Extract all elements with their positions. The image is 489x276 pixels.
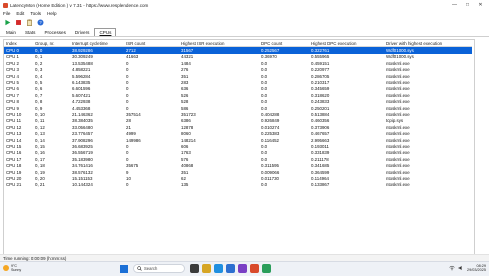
windows-logo-icon bbox=[120, 265, 124, 269]
close-button[interactable]: ✕ bbox=[474, 1, 487, 9]
maximize-button[interactable]: □ bbox=[461, 1, 474, 9]
help-button[interactable]: ? bbox=[36, 19, 44, 27]
table-cell: Wdf01000.sys bbox=[384, 46, 472, 54]
tab-drivers[interactable]: Drivers bbox=[71, 29, 94, 36]
tab-main[interactable]: Main bbox=[2, 29, 20, 36]
table-cell: 0.322761 bbox=[309, 46, 384, 54]
column-header[interactable]: Driver with highest execution bbox=[384, 40, 472, 48]
column-header[interactable]: Highest DPC execution bbox=[309, 40, 384, 48]
clock[interactable]: 08:29 29/03/2025 bbox=[467, 264, 486, 272]
clipboard-icon bbox=[26, 19, 32, 26]
column-header[interactable]: DPC count bbox=[259, 40, 309, 48]
table-header-row: Index Group, nr. Interrupt cycletime ISR… bbox=[4, 40, 472, 48]
table-cell: 2712 bbox=[124, 46, 179, 54]
copy-report-button[interactable] bbox=[25, 19, 33, 27]
tab-strip: Main Stats Processes Drivers CPUs bbox=[0, 28, 489, 37]
stop-button[interactable] bbox=[14, 19, 22, 27]
menu-bar: File Edit Tools Help bbox=[0, 10, 489, 17]
system-tray: 08:29 29/03/2025 bbox=[449, 264, 486, 272]
search-icon bbox=[137, 266, 142, 271]
status-bar: Time running: 0:00:09 (h:mm:ss) bbox=[0, 254, 489, 261]
table-cell: 0.133867 bbox=[311, 182, 330, 188]
wifi-icon[interactable] bbox=[449, 265, 455, 271]
table-cell: CPU 0 bbox=[4, 46, 33, 54]
table-body: CPU 0 0, 0 38.929286 2712 31567 0.252567 0.322… bbox=[4, 46, 472, 188]
column-header[interactable]: Group, nr. bbox=[33, 40, 70, 48]
table-cell: 0.0 bbox=[261, 182, 268, 188]
start-button[interactable] bbox=[120, 265, 128, 273]
menu-file[interactable]: File bbox=[0, 11, 13, 16]
clock-date: 29/03/2025 bbox=[466, 268, 486, 272]
weather-desc: Sunny bbox=[11, 268, 22, 272]
column-header[interactable]: Interrupt cycletime bbox=[70, 40, 124, 48]
status-text: Time running: 0:00:09 (h:mm:ss) bbox=[3, 255, 67, 261]
play-icon bbox=[4, 19, 10, 26]
browser-icon[interactable] bbox=[214, 264, 223, 273]
table-cell: 0.252567 bbox=[259, 46, 309, 54]
store-icon[interactable] bbox=[238, 264, 247, 273]
table-row[interactable]: CPU 0 0, 0 38.929286 2712 31567 0.252567 0.322… bbox=[4, 46, 472, 54]
volume-icon[interactable] bbox=[458, 265, 464, 271]
app-icon[interactable] bbox=[262, 264, 271, 273]
task-view-icon[interactable] bbox=[190, 264, 199, 273]
column-header[interactable]: ISR count bbox=[124, 40, 179, 48]
taskbar-search[interactable]: Search bbox=[133, 264, 185, 273]
table-cell: 31567 bbox=[179, 46, 259, 54]
column-header[interactable]: Highest ISR execution bbox=[179, 40, 259, 48]
weather-widget[interactable]: 9°C Sunny bbox=[3, 264, 21, 272]
mail-icon[interactable] bbox=[226, 264, 235, 273]
menu-edit[interactable]: Edit bbox=[13, 11, 27, 16]
window-controls: — □ ✕ bbox=[448, 1, 487, 9]
window-title: LatencyMon (Home Edition ) v 7.31 - http… bbox=[10, 2, 149, 8]
table-cell: 0, 21 bbox=[35, 182, 45, 188]
table-cell: 10.144324 bbox=[72, 182, 93, 188]
tab-stats[interactable]: Stats bbox=[21, 29, 39, 36]
menu-tools[interactable]: Tools bbox=[27, 11, 44, 16]
table-cell: 135 bbox=[181, 182, 189, 188]
taskbar: 9°C Sunny Search 08:29 29/03/2025 bbox=[0, 261, 489, 276]
table-cell: ntoskrnl.exe bbox=[386, 182, 410, 188]
table-cell: CPU 21 bbox=[6, 182, 22, 188]
play-button[interactable] bbox=[3, 19, 11, 27]
tab-cpus[interactable]: CPUs bbox=[94, 28, 117, 36]
help-icon: ? bbox=[36, 19, 44, 26]
stop-icon bbox=[15, 20, 21, 25]
sun-icon bbox=[3, 265, 9, 271]
latencymon-taskbar-icon[interactable] bbox=[250, 264, 259, 273]
minimize-button[interactable]: — bbox=[448, 1, 461, 9]
table-cell: 0, 0 bbox=[33, 46, 70, 54]
table-cell: 0 bbox=[126, 182, 129, 188]
menu-help[interactable]: Help bbox=[44, 11, 59, 16]
file-explorer-icon[interactable] bbox=[202, 264, 211, 273]
tab-processes[interactable]: Processes bbox=[40, 29, 69, 36]
table-cell: 38.929286 bbox=[70, 46, 124, 54]
table-row[interactable]: CPU 21 0, 21 10.144324 0 135 0.0 0.133867 ntosk… bbox=[4, 182, 472, 188]
column-header[interactable]: Index bbox=[4, 40, 33, 48]
toolbar: ? bbox=[0, 17, 489, 28]
latencymon-app-icon bbox=[3, 2, 8, 8]
cpu-table[interactable]: Index Group, nr. Interrupt cycletime ISR… bbox=[3, 39, 475, 255]
search-placeholder: Search bbox=[144, 266, 158, 271]
